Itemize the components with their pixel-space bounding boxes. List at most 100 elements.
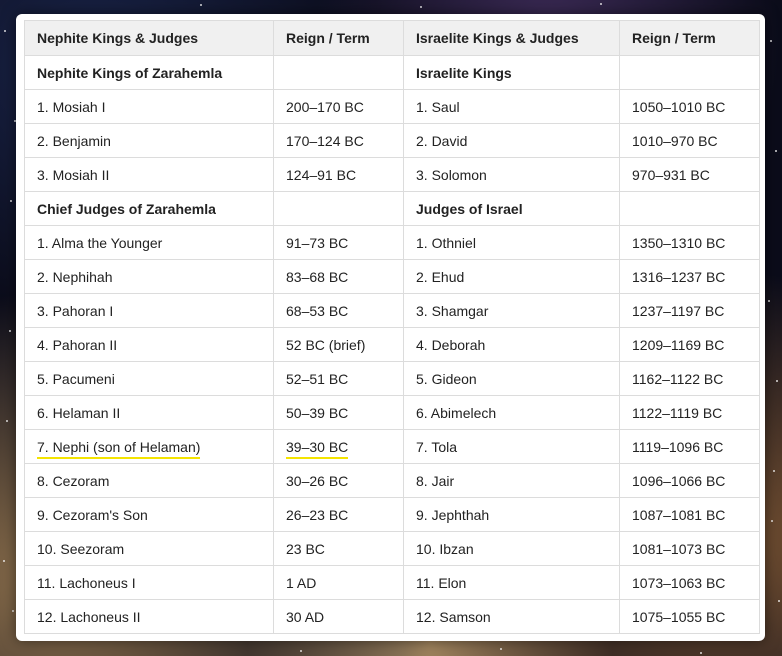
kings-judges-table: Nephite Kings & Judges Reign / Term Isra…: [24, 20, 760, 634]
table-row: 2. Benjamin 170–124 BC 2. David 1010–970 BC: [24, 123, 760, 158]
table-row: 5. Pacumeni 52–51 BC 5. Gideon 1162–1122 BC: [24, 361, 760, 396]
cell-israelite-reign: 1209–1169 BC: [619, 327, 760, 362]
cell-nephite-name: 2. Benjamin: [24, 123, 274, 158]
cell-israelite-reign: 1087–1081 BC: [619, 497, 760, 532]
cell-israelite-name: 3. Shamgar: [403, 293, 620, 328]
cell-israelite-name: 6. Abimelech: [403, 395, 620, 430]
cell-israelite-reign: 1350–1310 BC: [619, 225, 760, 260]
table-row: 7. Nephi (son of Helaman) 39–30 BC 7. Tola…: [24, 429, 760, 464]
cell-nephite-name: 1. Mosiah I: [24, 89, 274, 124]
cell-israelite-reign: [619, 191, 760, 226]
cell-nephite-name: 2. Nephihah: [24, 259, 274, 294]
cell-israelite-reign: 1162–1122 BC: [619, 361, 760, 396]
table-row: 8. Cezoram 30–26 BC 8. Jair 1096–1066 BC: [24, 463, 760, 498]
cell-israelite-name: 8. Jair: [403, 463, 620, 498]
star: [773, 470, 775, 472]
cell-nephite-reign: [273, 191, 404, 226]
cell-nephite-name: Chief Judges of Zarahemla: [24, 191, 274, 226]
table-row: 1. Mosiah I 200–170 BC 1. Saul 1050–1010 BC: [24, 89, 760, 124]
header-israelite-reign: Reign / Term: [619, 20, 760, 56]
header-nephite-reign: Reign / Term: [273, 20, 404, 56]
star: [420, 6, 422, 8]
table-row: 2. Nephihah 83–68 BC 2. Ehud 1316–1237 BC: [24, 259, 760, 294]
star: [700, 652, 702, 654]
star: [600, 3, 602, 5]
cell-nephite-reign: 26–23 BC: [273, 497, 404, 532]
table-row: 6. Helaman II 50–39 BC 6. Abimelech 1122–11…: [24, 395, 760, 430]
star: [4, 30, 6, 32]
group-header-row: Nephite Kings of Zarahemla Israelite King…: [24, 55, 760, 90]
star: [300, 650, 302, 652]
highlighted-text: 39–30 BC: [286, 438, 349, 459]
star: [770, 40, 772, 42]
cell-israelite-name: 1. Othniel: [403, 225, 620, 260]
cell-israelite-name: 9. Jephthah: [403, 497, 620, 532]
cell-nephite-reign: 91–73 BC: [273, 225, 404, 260]
cell-israelite-reign: 1073–1063 BC: [619, 565, 760, 600]
star: [768, 300, 770, 302]
cell-israelite-reign: 1237–1197 BC: [619, 293, 760, 328]
cell-nephite-name: 7. Nephi (son of Helaman): [24, 429, 274, 464]
cell-israelite-name: Israelite Kings: [403, 55, 620, 90]
star: [778, 600, 780, 602]
cell-israelite-reign: 1096–1066 BC: [619, 463, 760, 498]
cell-israelite-name: 5. Gideon: [403, 361, 620, 396]
cell-nephite-name: 8. Cezoram: [24, 463, 274, 498]
cell-nephite-reign: 124–91 BC: [273, 157, 404, 192]
cell-israelite-name: 7. Tola: [403, 429, 620, 464]
cell-israelite-reign: [619, 55, 760, 90]
header-israelite: Israelite Kings & Judges: [403, 20, 620, 56]
star: [12, 610, 14, 612]
star: [200, 4, 202, 6]
cell-nephite-name: 12. Lachoneus II: [24, 599, 274, 634]
cell-nephite-name: 11. Lachoneus I: [24, 565, 274, 600]
cell-nephite-reign: 200–170 BC: [273, 89, 404, 124]
cell-nephite-name: 9. Cezoram's Son: [24, 497, 274, 532]
cell-nephite-reign: 23 BC: [273, 531, 404, 566]
cell-nephite-reign: 1 AD: [273, 565, 404, 600]
table-row: 11. Lachoneus I1 AD 11. Elon 1073–1063 BC: [24, 565, 760, 600]
cell-nephite-reign: 68–53 BC: [273, 293, 404, 328]
cell-israelite-name: 11. Elon: [403, 565, 620, 600]
cell-israelite-reign: 1050–1010 BC: [619, 89, 760, 124]
cell-nephite-name: 4. Pahoran II: [24, 327, 274, 362]
cell-nephite-name: 10. Seezoram: [24, 531, 274, 566]
cell-israelite-name: 3. Solomon: [403, 157, 620, 192]
star: [9, 330, 11, 332]
cell-nephite-reign: 170–124 BC: [273, 123, 404, 158]
table-row: 12. Lachoneus II 30 AD 12. Samson 1075–1055…: [24, 599, 760, 634]
cell-nephite-reign: 39–30 BC: [273, 429, 404, 464]
star: [10, 200, 12, 202]
cell-nephite-reign: 83–68 BC: [273, 259, 404, 294]
table-row: 10. Seezoram 23 BC 10. Ibzan 1081–1073 BC: [24, 531, 760, 566]
header-nephite: Nephite Kings & Judges: [24, 20, 274, 56]
cell-nephite-name: 1. Alma the Younger: [24, 225, 274, 260]
cell-nephite-name: 3. Mosiah II: [24, 157, 274, 192]
cell-nephite-reign: 52–51 BC: [273, 361, 404, 396]
cell-israelite-name: 2. David: [403, 123, 620, 158]
star: [775, 150, 777, 152]
cell-israelite-name: Judges of Israel: [403, 191, 620, 226]
cell-nephite-reign: [273, 55, 404, 90]
table-row: 1. Alma the Younger 91–73 BC 1. Othniel 135…: [24, 225, 760, 260]
table-panel: Nephite Kings & Judges Reign / Term Isra…: [16, 14, 765, 641]
cell-israelite-reign: 1316–1237 BC: [619, 259, 760, 294]
cell-nephite-name: Nephite Kings of Zarahemla: [24, 55, 274, 90]
cell-nephite-name: 5. Pacumeni: [24, 361, 274, 396]
star: [6, 420, 8, 422]
cell-israelite-reign: 1122–1119 BC: [619, 395, 760, 430]
cell-israelite-name: 2. Ehud: [403, 259, 620, 294]
cell-israelite-name: 4. Deborah: [403, 327, 620, 362]
cell-israelite-reign: 1119–1096 BC: [619, 429, 760, 464]
cell-nephite-reign: 30 AD: [273, 599, 404, 634]
cell-nephite-name: 6. Helaman II: [24, 395, 274, 430]
cell-israelite-reign: 1075–1055 BC: [619, 599, 760, 634]
group-header-row: Chief Judges of Zarahemla Judges of Israe…: [24, 191, 760, 226]
cell-israelite-reign: 970–931 BC: [619, 157, 760, 192]
star: [500, 648, 502, 650]
cell-nephite-name: 3. Pahoran I: [24, 293, 274, 328]
cell-israelite-name: 1. Saul: [403, 89, 620, 124]
highlighted-text: 7. Nephi (son of Helaman): [37, 438, 201, 459]
cell-israelite-reign: 1081–1073 BC: [619, 531, 760, 566]
star: [771, 520, 773, 522]
